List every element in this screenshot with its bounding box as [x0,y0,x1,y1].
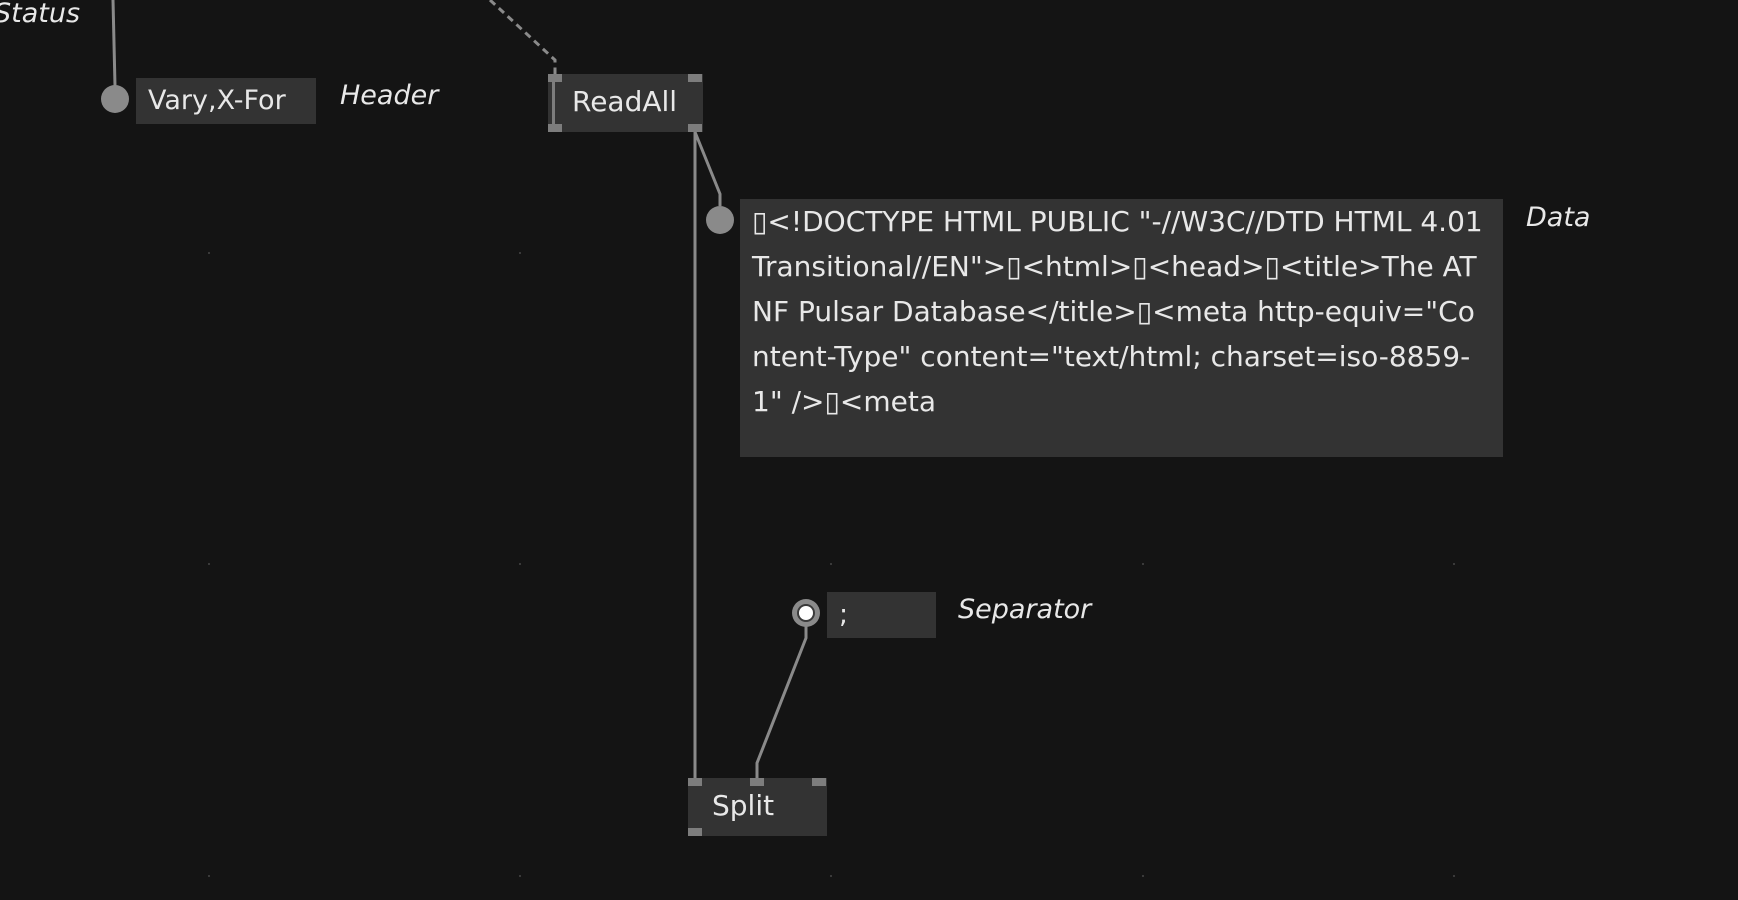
header-pin-connector[interactable] [101,85,129,113]
separator-pin-label: Separator [958,594,1092,625]
split-node-title: Split [712,789,775,822]
grid-dot [208,875,210,877]
data-pin-connector[interactable] [706,206,734,234]
grid-dot [208,563,210,565]
readall-output-pin[interactable] [688,124,702,132]
header-value-field[interactable]: Vary,X-For [136,78,316,124]
separator-to-split-wire [755,625,808,780]
grid-dot [1453,875,1455,877]
header-pin-label: Header [340,80,439,111]
readall-node-title: ReadAll [572,85,678,118]
incoming-dashed-wire [488,0,557,75]
grid-dot [519,875,521,877]
readall-node[interactable]: ReadAll [548,74,703,132]
split-input-pin[interactable] [750,778,764,786]
separator-value-field[interactable]: ; [827,592,936,638]
patch-canvas[interactable]: Status Vary,X-For Header ReadAll ▯<!DOCT… [0,0,1738,900]
grid-dot [519,252,521,254]
grid-dot [830,875,832,877]
readall-to-data-wire [693,131,722,206]
split-input-pin[interactable] [812,778,826,786]
readall-node-edge [552,82,555,124]
grid-dot [208,252,210,254]
data-pin-label: Data [1526,202,1591,233]
grid-dot [1142,875,1144,877]
status-label: Status [0,0,81,29]
grid-dot [830,563,832,565]
grid-dot [1453,563,1455,565]
readall-input-pin[interactable] [548,74,562,82]
readall-input-pin[interactable] [688,74,702,82]
separator-pin-connector[interactable] [792,599,820,627]
data-value-field[interactable]: ▯<!DOCTYPE HTML PUBLIC "-//W3C//DTD HTML… [740,199,1503,457]
grid-dot [1142,563,1144,565]
status-wire [111,0,117,87]
grid-dot [519,563,521,565]
split-output-pin[interactable] [688,828,702,836]
split-node[interactable]: Split [688,778,827,836]
split-input-pin[interactable] [688,778,702,786]
readall-output-pin[interactable] [548,124,562,132]
